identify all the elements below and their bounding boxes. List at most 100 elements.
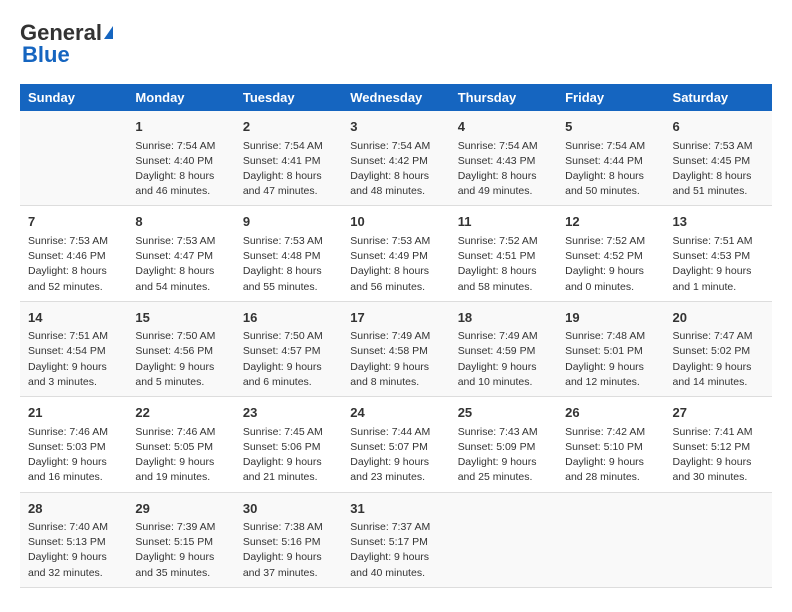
column-header-monday: Monday bbox=[127, 84, 234, 111]
day-info: Sunrise: 7:53 AMSunset: 4:47 PMDaylight:… bbox=[135, 234, 226, 295]
day-number: 21 bbox=[28, 403, 119, 423]
column-header-thursday: Thursday bbox=[450, 84, 557, 111]
day-info: Sunrise: 7:53 AMSunset: 4:45 PMDaylight:… bbox=[673, 139, 764, 200]
day-info: Sunrise: 7:54 AMSunset: 4:42 PMDaylight:… bbox=[350, 139, 441, 200]
day-number: 26 bbox=[565, 403, 656, 423]
day-info: Sunrise: 7:46 AMSunset: 5:03 PMDaylight:… bbox=[28, 425, 119, 486]
day-info: Sunrise: 7:54 AMSunset: 4:41 PMDaylight:… bbox=[243, 139, 334, 200]
day-number: 23 bbox=[243, 403, 334, 423]
day-info: Sunrise: 7:53 AMSunset: 4:48 PMDaylight:… bbox=[243, 234, 334, 295]
day-info: Sunrise: 7:50 AMSunset: 4:57 PMDaylight:… bbox=[243, 329, 334, 390]
day-cell: 3Sunrise: 7:54 AMSunset: 4:42 PMDaylight… bbox=[342, 111, 449, 206]
day-info: Sunrise: 7:39 AMSunset: 5:15 PMDaylight:… bbox=[135, 520, 226, 581]
day-number: 1 bbox=[135, 117, 226, 137]
day-number: 27 bbox=[673, 403, 764, 423]
day-cell: 12Sunrise: 7:52 AMSunset: 4:52 PMDayligh… bbox=[557, 206, 664, 301]
day-cell: 15Sunrise: 7:50 AMSunset: 4:56 PMDayligh… bbox=[127, 301, 234, 396]
day-cell: 19Sunrise: 7:48 AMSunset: 5:01 PMDayligh… bbox=[557, 301, 664, 396]
logo: General Blue bbox=[20, 20, 113, 68]
day-number: 17 bbox=[350, 308, 441, 328]
day-number: 22 bbox=[135, 403, 226, 423]
day-cell: 9Sunrise: 7:53 AMSunset: 4:48 PMDaylight… bbox=[235, 206, 342, 301]
day-number: 2 bbox=[243, 117, 334, 137]
day-number: 4 bbox=[458, 117, 549, 137]
day-cell: 11Sunrise: 7:52 AMSunset: 4:51 PMDayligh… bbox=[450, 206, 557, 301]
day-number: 10 bbox=[350, 212, 441, 232]
day-number: 14 bbox=[28, 308, 119, 328]
day-info: Sunrise: 7:38 AMSunset: 5:16 PMDaylight:… bbox=[243, 520, 334, 581]
column-header-tuesday: Tuesday bbox=[235, 84, 342, 111]
day-number: 12 bbox=[565, 212, 656, 232]
day-cell: 25Sunrise: 7:43 AMSunset: 5:09 PMDayligh… bbox=[450, 397, 557, 492]
day-cell: 26Sunrise: 7:42 AMSunset: 5:10 PMDayligh… bbox=[557, 397, 664, 492]
calendar-header-row: SundayMondayTuesdayWednesdayThursdayFrid… bbox=[20, 84, 772, 111]
day-number: 8 bbox=[135, 212, 226, 232]
day-cell: 29Sunrise: 7:39 AMSunset: 5:15 PMDayligh… bbox=[127, 492, 234, 587]
day-info: Sunrise: 7:46 AMSunset: 5:05 PMDaylight:… bbox=[135, 425, 226, 486]
day-number: 25 bbox=[458, 403, 549, 423]
day-cell: 18Sunrise: 7:49 AMSunset: 4:59 PMDayligh… bbox=[450, 301, 557, 396]
day-cell: 28Sunrise: 7:40 AMSunset: 5:13 PMDayligh… bbox=[20, 492, 127, 587]
day-cell: 2Sunrise: 7:54 AMSunset: 4:41 PMDaylight… bbox=[235, 111, 342, 206]
day-number: 30 bbox=[243, 499, 334, 519]
day-cell: 16Sunrise: 7:50 AMSunset: 4:57 PMDayligh… bbox=[235, 301, 342, 396]
day-info: Sunrise: 7:50 AMSunset: 4:56 PMDaylight:… bbox=[135, 329, 226, 390]
day-number: 13 bbox=[673, 212, 764, 232]
day-number: 9 bbox=[243, 212, 334, 232]
day-info: Sunrise: 7:51 AMSunset: 4:53 PMDaylight:… bbox=[673, 234, 764, 295]
day-number: 28 bbox=[28, 499, 119, 519]
day-info: Sunrise: 7:52 AMSunset: 4:52 PMDaylight:… bbox=[565, 234, 656, 295]
day-number: 16 bbox=[243, 308, 334, 328]
day-number: 5 bbox=[565, 117, 656, 137]
week-row-3: 14Sunrise: 7:51 AMSunset: 4:54 PMDayligh… bbox=[20, 301, 772, 396]
day-number: 11 bbox=[458, 212, 549, 232]
day-cell: 6Sunrise: 7:53 AMSunset: 4:45 PMDaylight… bbox=[665, 111, 772, 206]
day-cell: 31Sunrise: 7:37 AMSunset: 5:17 PMDayligh… bbox=[342, 492, 449, 587]
day-cell bbox=[557, 492, 664, 587]
logo-blue: Blue bbox=[22, 42, 70, 67]
day-cell: 13Sunrise: 7:51 AMSunset: 4:53 PMDayligh… bbox=[665, 206, 772, 301]
day-number: 29 bbox=[135, 499, 226, 519]
day-cell bbox=[450, 492, 557, 587]
week-row-5: 28Sunrise: 7:40 AMSunset: 5:13 PMDayligh… bbox=[20, 492, 772, 587]
day-cell: 4Sunrise: 7:54 AMSunset: 4:43 PMDaylight… bbox=[450, 111, 557, 206]
day-number: 20 bbox=[673, 308, 764, 328]
day-number: 15 bbox=[135, 308, 226, 328]
day-cell: 22Sunrise: 7:46 AMSunset: 5:05 PMDayligh… bbox=[127, 397, 234, 492]
day-info: Sunrise: 7:53 AMSunset: 4:49 PMDaylight:… bbox=[350, 234, 441, 295]
day-info: Sunrise: 7:54 AMSunset: 4:40 PMDaylight:… bbox=[135, 139, 226, 200]
day-number: 19 bbox=[565, 308, 656, 328]
day-cell: 10Sunrise: 7:53 AMSunset: 4:49 PMDayligh… bbox=[342, 206, 449, 301]
day-cell bbox=[665, 492, 772, 587]
day-cell: 14Sunrise: 7:51 AMSunset: 4:54 PMDayligh… bbox=[20, 301, 127, 396]
day-info: Sunrise: 7:53 AMSunset: 4:46 PMDaylight:… bbox=[28, 234, 119, 295]
day-cell: 27Sunrise: 7:41 AMSunset: 5:12 PMDayligh… bbox=[665, 397, 772, 492]
day-number: 18 bbox=[458, 308, 549, 328]
day-cell: 8Sunrise: 7:53 AMSunset: 4:47 PMDaylight… bbox=[127, 206, 234, 301]
day-cell: 24Sunrise: 7:44 AMSunset: 5:07 PMDayligh… bbox=[342, 397, 449, 492]
week-row-2: 7Sunrise: 7:53 AMSunset: 4:46 PMDaylight… bbox=[20, 206, 772, 301]
day-info: Sunrise: 7:43 AMSunset: 5:09 PMDaylight:… bbox=[458, 425, 549, 486]
day-cell: 30Sunrise: 7:38 AMSunset: 5:16 PMDayligh… bbox=[235, 492, 342, 587]
column-header-wednesday: Wednesday bbox=[342, 84, 449, 111]
day-info: Sunrise: 7:44 AMSunset: 5:07 PMDaylight:… bbox=[350, 425, 441, 486]
page-header: General Blue bbox=[20, 20, 772, 68]
day-info: Sunrise: 7:47 AMSunset: 5:02 PMDaylight:… bbox=[673, 329, 764, 390]
day-info: Sunrise: 7:40 AMSunset: 5:13 PMDaylight:… bbox=[28, 520, 119, 581]
calendar-table: SundayMondayTuesdayWednesdayThursdayFrid… bbox=[20, 84, 772, 588]
column-header-friday: Friday bbox=[557, 84, 664, 111]
day-info: Sunrise: 7:45 AMSunset: 5:06 PMDaylight:… bbox=[243, 425, 334, 486]
day-info: Sunrise: 7:54 AMSunset: 4:44 PMDaylight:… bbox=[565, 139, 656, 200]
column-header-sunday: Sunday bbox=[20, 84, 127, 111]
column-header-saturday: Saturday bbox=[665, 84, 772, 111]
day-cell: 23Sunrise: 7:45 AMSunset: 5:06 PMDayligh… bbox=[235, 397, 342, 492]
week-row-4: 21Sunrise: 7:46 AMSunset: 5:03 PMDayligh… bbox=[20, 397, 772, 492]
day-cell bbox=[20, 111, 127, 206]
day-number: 7 bbox=[28, 212, 119, 232]
day-info: Sunrise: 7:41 AMSunset: 5:12 PMDaylight:… bbox=[673, 425, 764, 486]
day-number: 6 bbox=[673, 117, 764, 137]
day-info: Sunrise: 7:52 AMSunset: 4:51 PMDaylight:… bbox=[458, 234, 549, 295]
logo-icon bbox=[104, 26, 113, 39]
day-cell: 20Sunrise: 7:47 AMSunset: 5:02 PMDayligh… bbox=[665, 301, 772, 396]
day-cell: 1Sunrise: 7:54 AMSunset: 4:40 PMDaylight… bbox=[127, 111, 234, 206]
